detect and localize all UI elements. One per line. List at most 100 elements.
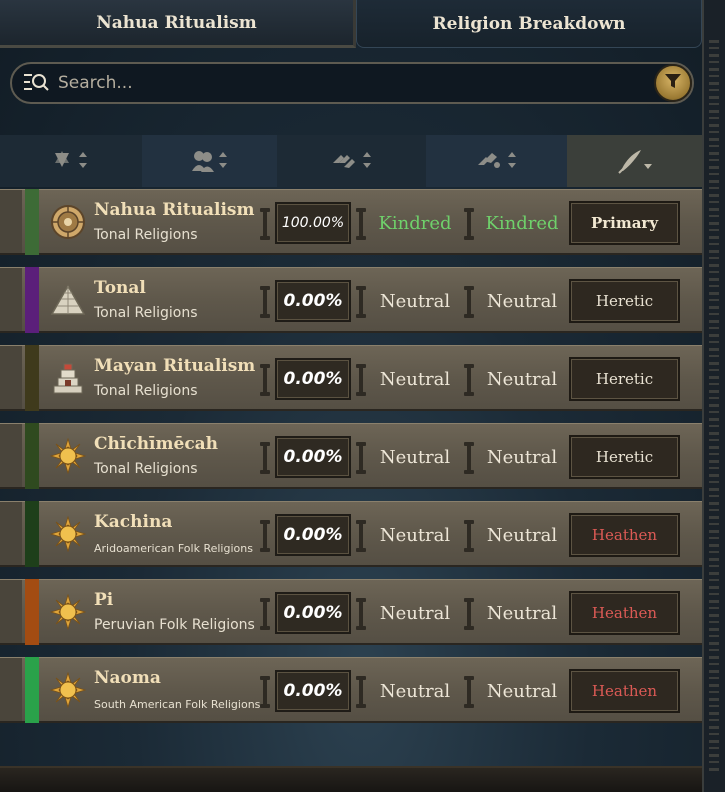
divider-icon bbox=[463, 364, 475, 396]
sort-people-button[interactable] bbox=[142, 135, 277, 187]
divider-icon bbox=[259, 364, 271, 396]
quill-sort-icon bbox=[615, 147, 655, 175]
divider-icon bbox=[463, 520, 475, 552]
religion-name: Pi bbox=[94, 590, 114, 610]
opinion-value: Neutral bbox=[486, 290, 558, 312]
religion-group: Tonal Religions bbox=[94, 227, 198, 243]
religion-color-ribbon bbox=[25, 657, 39, 723]
sort-status-button[interactable] bbox=[567, 135, 702, 187]
religion-name: Kachina bbox=[94, 512, 173, 532]
religion-color-ribbon bbox=[25, 579, 39, 645]
opinion-value: Kindred bbox=[485, 212, 559, 234]
nahua-emblem-icon bbox=[50, 204, 86, 240]
religion-row[interactable]: Mayan Ritualism Tonal Religions 0.00% Ne… bbox=[0, 345, 702, 411]
religion-group: South American Folk Religions bbox=[94, 698, 261, 711]
opinion-value: Neutral bbox=[379, 524, 451, 546]
tab-nahua-ritualism[interactable]: Nahua Ritualism bbox=[0, 0, 356, 48]
divider-icon bbox=[259, 520, 271, 552]
sort-opinion-a-button[interactable] bbox=[277, 135, 426, 187]
religion-row[interactable]: Chīchīmēcah Tonal Religions 0.00% Neutra… bbox=[0, 423, 702, 489]
religion-color-ribbon bbox=[25, 189, 39, 255]
bottom-frame bbox=[0, 766, 702, 792]
opinion-value: Neutral bbox=[379, 680, 451, 702]
search-input[interactable] bbox=[58, 73, 654, 93]
sort-faith-button[interactable] bbox=[0, 135, 142, 187]
religion-color-ribbon bbox=[25, 345, 39, 411]
sun-icon bbox=[49, 437, 87, 475]
divider-icon bbox=[355, 286, 367, 318]
divider-icon bbox=[463, 286, 475, 318]
divider-icon bbox=[463, 208, 475, 240]
religion-row[interactable]: Tonal Tonal Religions 0.00% Neutral Neut… bbox=[0, 267, 702, 333]
status-badge: Heretic bbox=[569, 279, 680, 323]
opinion-b-sort-icon bbox=[475, 147, 519, 175]
tab-religion-breakdown[interactable]: Religion Breakdown bbox=[356, 0, 702, 48]
status-badge: Heretic bbox=[569, 357, 680, 401]
filter-button[interactable] bbox=[654, 64, 692, 102]
religion-name: Mayan Ritualism bbox=[94, 356, 256, 376]
religion-name: Tonal bbox=[94, 278, 146, 298]
opinion-value: Neutral bbox=[379, 446, 451, 468]
percentage-value: 0.00% bbox=[275, 280, 351, 322]
percentage-value: 0.00% bbox=[275, 514, 351, 556]
religion-group: Peruvian Folk Religions bbox=[94, 617, 255, 633]
opinion-value: Kindred bbox=[378, 212, 452, 234]
religion-row[interactable]: Pi Peruvian Folk Religions 0.00% Neutral… bbox=[0, 579, 702, 645]
percentage-value: 0.00% bbox=[275, 358, 351, 400]
religion-color-ribbon bbox=[25, 423, 39, 489]
tab-bar: Nahua Ritualism Religion Breakdown bbox=[0, 0, 702, 48]
sort-header bbox=[0, 135, 702, 187]
religion-row[interactable]: Kachina Aridoamerican Folk Religions 0.0… bbox=[0, 501, 702, 567]
divider-icon bbox=[259, 598, 271, 630]
sort-opinion-b-button[interactable] bbox=[426, 135, 567, 187]
sun-icon bbox=[49, 671, 87, 709]
opinion-value: Neutral bbox=[379, 368, 451, 390]
divider-icon bbox=[355, 676, 367, 708]
divider-icon bbox=[463, 676, 475, 708]
status-badge: Heathen bbox=[569, 513, 680, 557]
divider-icon bbox=[355, 208, 367, 240]
opinion-value: Neutral bbox=[486, 602, 558, 624]
divider-icon bbox=[355, 598, 367, 630]
religion-group: Tonal Religions bbox=[94, 383, 198, 399]
pyramid-icon bbox=[50, 282, 86, 318]
status-badge: Heathen bbox=[569, 669, 680, 713]
status-badge: Primary bbox=[569, 201, 680, 245]
religion-color-ribbon bbox=[25, 267, 39, 333]
opinion-value: Neutral bbox=[379, 602, 451, 624]
divider-icon bbox=[259, 208, 271, 240]
temple-icon bbox=[50, 360, 86, 396]
opinion-value: Neutral bbox=[486, 368, 558, 390]
religion-group: Tonal Religions bbox=[94, 305, 198, 321]
divider-icon bbox=[463, 598, 475, 630]
opinion-value: Neutral bbox=[486, 446, 558, 468]
religion-row[interactable]: Nahua Ritualism Tonal Religions 100.00% … bbox=[0, 189, 702, 255]
divider-icon bbox=[355, 520, 367, 552]
opinion-value: Neutral bbox=[486, 524, 558, 546]
percentage-value: 0.00% bbox=[275, 592, 351, 634]
people-sort-icon bbox=[190, 147, 230, 175]
opinion-a-sort-icon bbox=[330, 147, 374, 175]
percentage-value: 0.00% bbox=[275, 436, 351, 478]
divider-icon bbox=[259, 286, 271, 318]
religion-name: Chīchīmēcah bbox=[94, 434, 219, 454]
opinion-value: Neutral bbox=[486, 680, 558, 702]
opinion-value: Neutral bbox=[379, 290, 451, 312]
divider-icon bbox=[463, 442, 475, 474]
sun-icon bbox=[49, 515, 87, 553]
filter-icon bbox=[663, 71, 683, 95]
percentage-value: 100.00% bbox=[275, 202, 351, 244]
window-frame-border bbox=[702, 0, 725, 792]
search-bar bbox=[10, 62, 694, 104]
religion-row[interactable]: Naoma South American Folk Religions 0.00… bbox=[0, 657, 702, 723]
status-badge: Heathen bbox=[569, 591, 680, 635]
religion-color-ribbon bbox=[25, 501, 39, 567]
divider-icon bbox=[259, 442, 271, 474]
faith-sort-icon bbox=[51, 147, 91, 175]
divider-icon bbox=[355, 364, 367, 396]
status-badge: Heretic bbox=[569, 435, 680, 479]
search-icon bbox=[22, 71, 52, 95]
sun-icon bbox=[49, 593, 87, 631]
divider-icon bbox=[259, 676, 271, 708]
religion-name: Nahua Ritualism bbox=[94, 200, 255, 220]
